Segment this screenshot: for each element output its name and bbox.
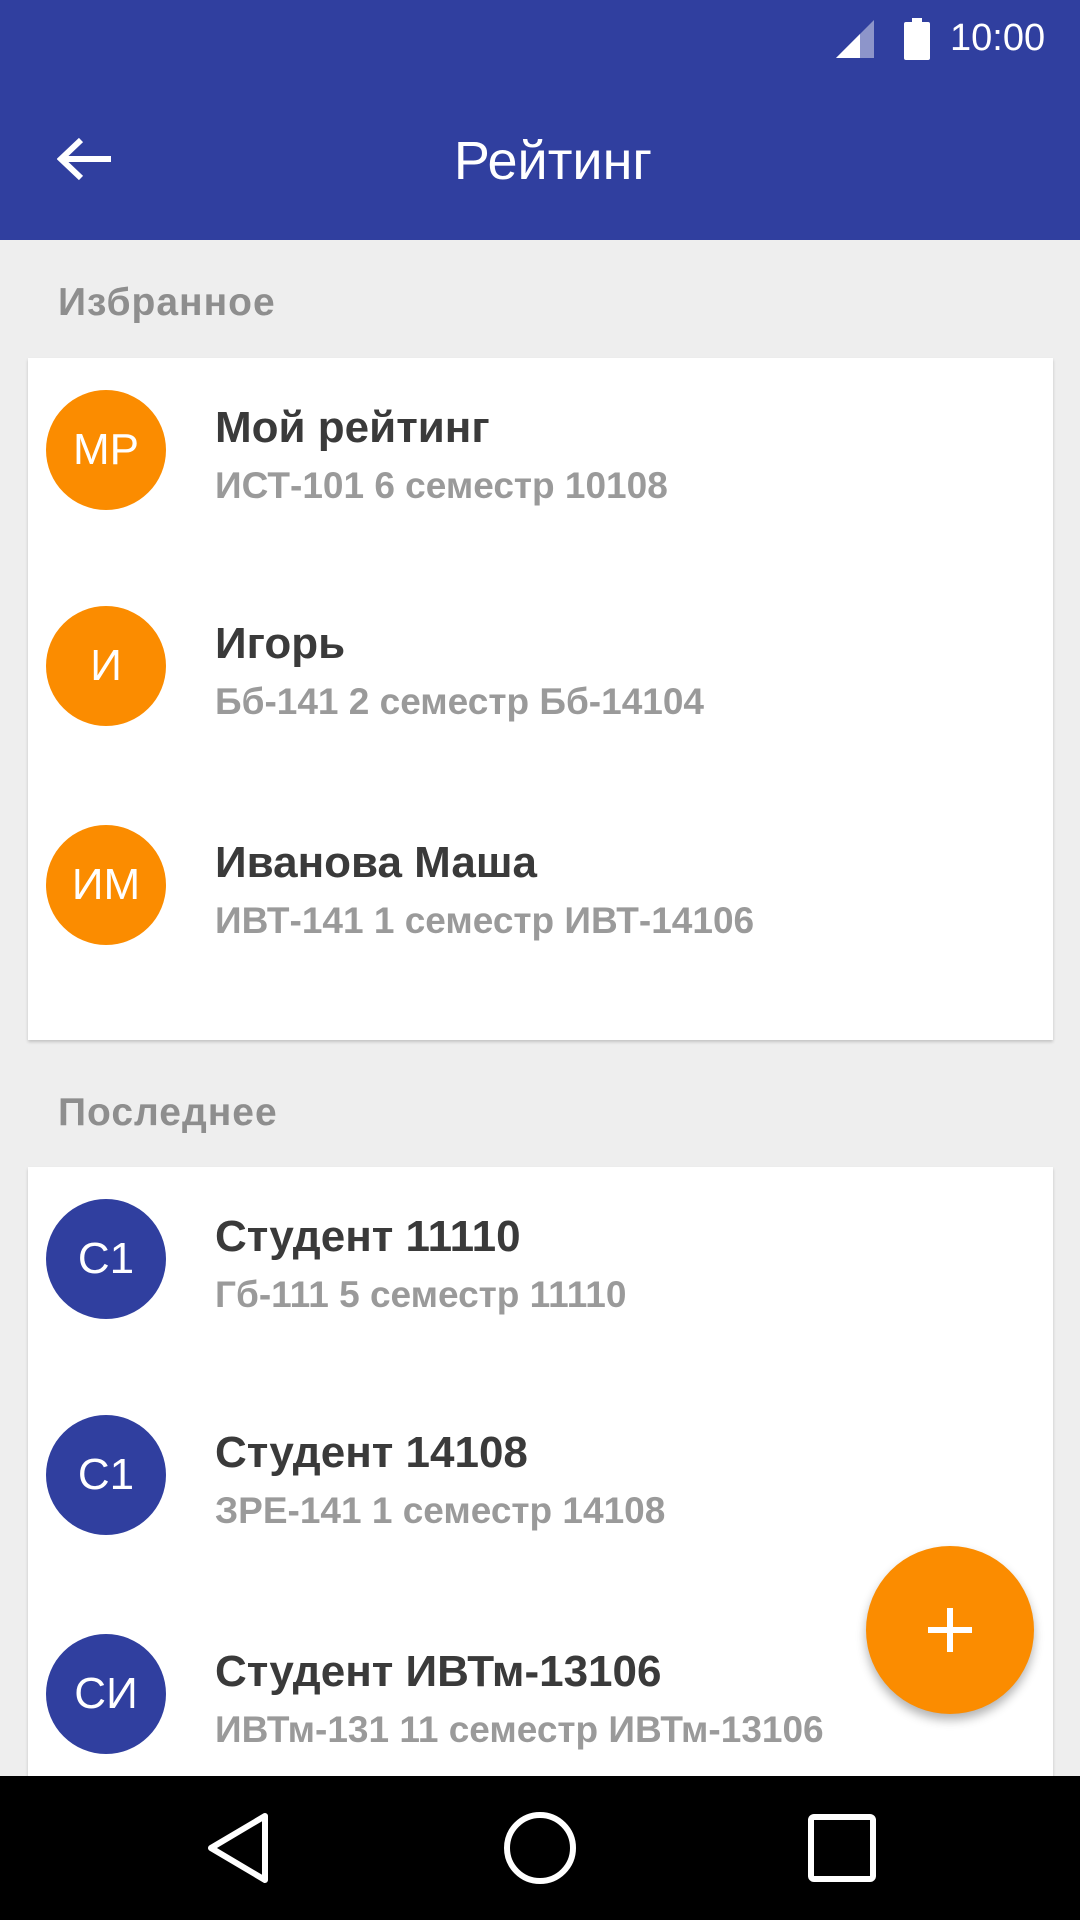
add-button[interactable]	[866, 1546, 1034, 1714]
list-item[interactable]: МР Мой рейтинг ИСТ-101 6 семестр 10108	[28, 358, 1053, 574]
item-title: Игорь	[215, 619, 346, 668]
item-title: Студент ИВТм-13106	[215, 1647, 662, 1696]
status-time: 10:00	[950, 17, 1046, 59]
system-nav-bar	[0, 1776, 1080, 1920]
plus-icon	[928, 1608, 972, 1652]
battery-icon	[904, 18, 930, 60]
avatar: И	[46, 606, 166, 726]
avatar: СИ	[46, 1634, 166, 1754]
item-subtitle: ЗРЕ-141 1 семестр 14108	[215, 1490, 666, 1531]
favorites-card: МР Мой рейтинг ИСТ-101 6 семестр 10108 И…	[28, 358, 1053, 1040]
item-title: Иванова Маша	[215, 838, 537, 887]
item-subtitle: Бб-141 2 семестр Бб-14104	[215, 681, 705, 722]
item-title: Студент 11110	[215, 1212, 521, 1261]
list-item[interactable]: И Игорь Бб-141 2 семестр Бб-14104	[28, 574, 1053, 790]
section-header-recent: Последнее	[58, 1091, 278, 1134]
avatar: МР	[46, 390, 166, 510]
toolbar: Рейтинг	[0, 78, 1080, 240]
nav-home-button[interactable]	[490, 1798, 590, 1898]
recents-square-icon	[808, 1814, 876, 1882]
list-item[interactable]: ИМ Иванова Маша ИВТ-141 1 семестр ИВТ-14…	[28, 793, 1053, 1009]
nav-back-button[interactable]	[188, 1798, 288, 1898]
list-item[interactable]: С1 Студент 11110 Гб-111 5 семестр 11110	[28, 1167, 1053, 1383]
signal-icon	[836, 20, 874, 58]
item-subtitle: ИВТм-131 11 семестр ИВТм-13106	[215, 1709, 824, 1750]
page-title: Рейтинг	[453, 131, 653, 191]
nav-recents-button[interactable]	[792, 1798, 892, 1898]
item-subtitle: ИВТ-141 1 семестр ИВТ-14106	[215, 900, 755, 941]
back-triangle-icon	[208, 1813, 268, 1883]
status-bar: 10:00	[0, 0, 1080, 78]
item-subtitle: ИСТ-101 6 семестр 10108	[215, 465, 668, 506]
avatar: С1	[46, 1415, 166, 1535]
section-header-favorites: Избранное	[58, 281, 276, 324]
item-title: Студент 14108	[215, 1428, 528, 1477]
avatar: ИМ	[46, 825, 166, 945]
item-title: Мой рейтинг	[215, 403, 490, 452]
avatar: С1	[46, 1199, 166, 1319]
app-header: 10:00 Рейтинг	[0, 0, 1080, 240]
home-circle-icon	[504, 1812, 576, 1884]
item-subtitle: Гб-111 5 семестр 11110	[215, 1274, 627, 1315]
